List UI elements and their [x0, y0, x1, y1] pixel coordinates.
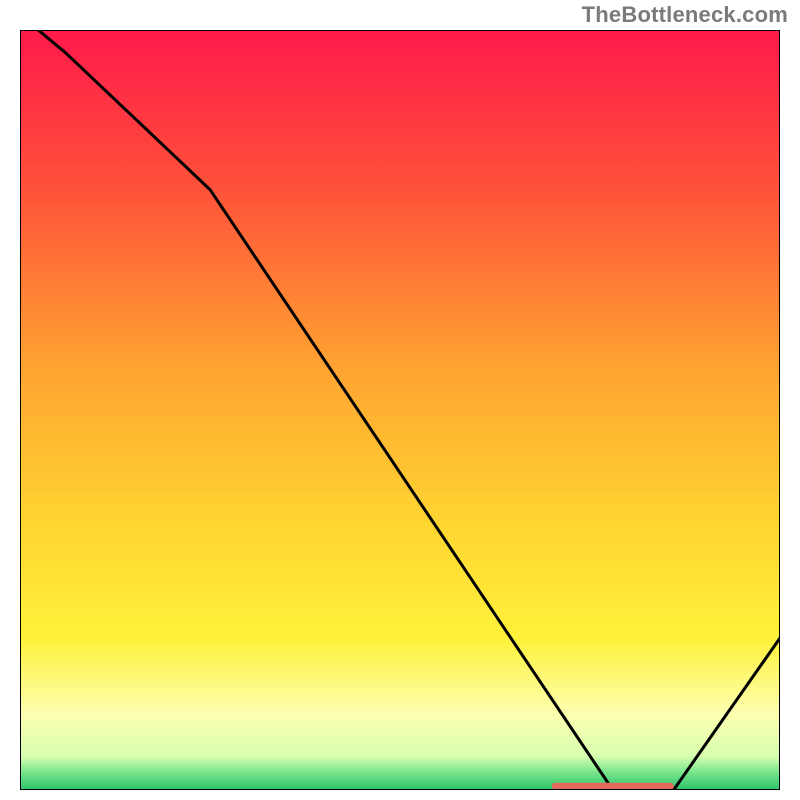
chart-svg — [20, 30, 780, 790]
chart-frame: TheBottleneck.com — [0, 0, 800, 800]
marker-segment — [552, 783, 674, 790]
watermark-text: TheBottleneck.com — [582, 2, 788, 28]
gradient-background — [20, 30, 780, 790]
chart-plot — [20, 30, 780, 790]
